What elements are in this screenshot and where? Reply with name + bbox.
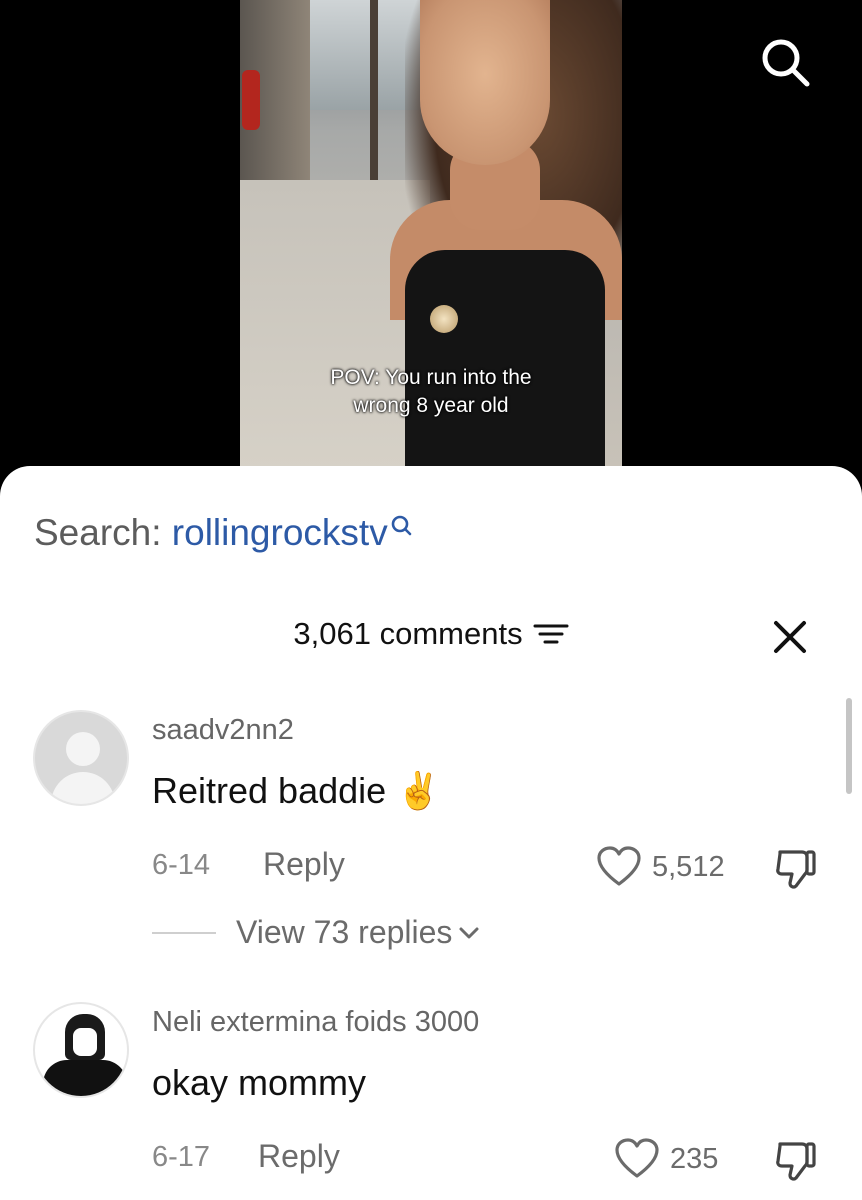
brooch [430,305,458,333]
avatar-shirt [43,1060,127,1096]
like-button[interactable]: 235 [614,1138,718,1180]
comments-sheet [0,466,862,1200]
scrollbar[interactable] [846,698,852,794]
reply-button[interactable]: Reply [258,1138,340,1175]
video-caption: POV: You run into the wrong 8 year old [240,364,622,420]
girl-dress [405,250,605,470]
avatar[interactable] [33,710,129,806]
search-term-link[interactable]: rollingrockstv [172,512,388,553]
comment-text: Reitred baddie ✌️ [152,770,441,811]
comments-count-label: 3,061 comments [293,616,523,651]
caption-line-2: wrong 8 year old [353,394,509,417]
comment-text: okay mommy [152,1062,367,1103]
comment-username[interactable]: saadv2nn2 [152,714,294,747]
search-icon[interactable] [755,32,815,92]
comment-date: 6-17 [152,1141,211,1173]
avatar-face [73,1028,97,1056]
comments-count[interactable]: 3,061 comments [293,616,569,652]
girl-face [420,0,550,165]
heart-icon[interactable] [596,846,642,888]
comment-date: 6-14 [152,849,211,881]
like-count: 5,512 [652,850,725,883]
chevron-down-icon [459,927,479,938]
scene-red-sculpture [242,70,260,130]
view-replies-label: View 73 replies [236,914,453,950]
heart-icon[interactable] [614,1138,660,1180]
divider-line [152,931,216,934]
close-icon[interactable] [770,617,810,657]
reply-button[interactable]: Reply [263,846,345,883]
filter-icon[interactable] [533,622,569,646]
avatar[interactable] [33,1002,129,1098]
search-suggestion[interactable]: Search: rollingrockstv [34,512,412,554]
view-replies-button[interactable]: View 73 replies [152,914,480,951]
scene-tree [370,0,378,200]
thumbs-down-icon[interactable] [774,846,818,890]
avatar-body [51,772,115,804]
comments-header: 3,061 comments [0,616,862,652]
search-prefix: Search: [34,512,172,553]
caption-line-1: POV: You run into the [330,366,532,389]
search-icon[interactable] [390,514,412,540]
thumbs-down-icon[interactable] [774,1138,818,1182]
like-button[interactable]: 5,512 [596,846,725,888]
like-count: 235 [670,1142,719,1175]
avatar-head [66,732,100,766]
comment-username[interactable]: Neli extermina foids 3000 [152,1006,479,1039]
video-player[interactable]: POV: You run into the wrong 8 year old [0,0,862,480]
